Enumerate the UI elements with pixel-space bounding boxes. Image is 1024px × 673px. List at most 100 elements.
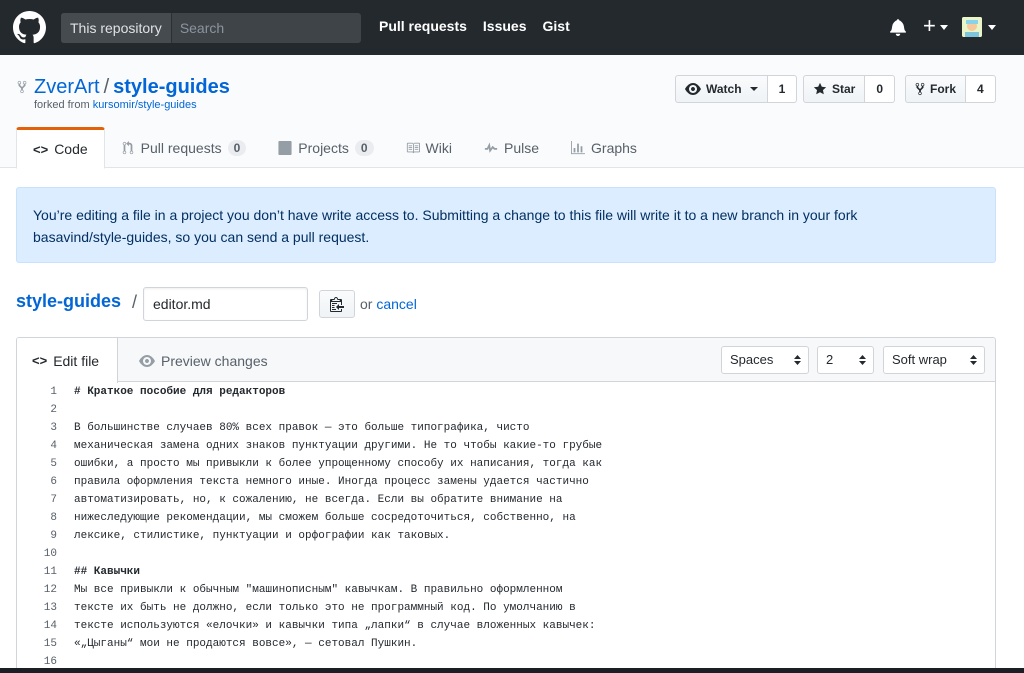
line-text: ## Кавычки bbox=[74, 566, 141, 578]
code-line[interactable]: 4 механическая замена одних знаков пункту… bbox=[17, 437, 995, 455]
code-line[interactable]: 3 В большинстве случаев 80% всех правок —… bbox=[17, 419, 995, 437]
header-nav: Pull requests Issues Gist bbox=[379, 18, 570, 34]
code-icon: <> bbox=[33, 141, 49, 157]
tab-label: Wiki bbox=[425, 139, 452, 156]
tab-wiki[interactable]: Wiki bbox=[390, 127, 468, 168]
book-icon bbox=[406, 142, 420, 153]
search-input[interactable]: Search bbox=[172, 13, 361, 43]
line-number: 15 bbox=[43, 638, 57, 650]
tab-label: Graphs bbox=[591, 139, 637, 156]
pull-requests-counter: 0 bbox=[227, 139, 247, 156]
chevron-down-icon bbox=[749, 87, 758, 91]
search-scope-label[interactable]: This repository bbox=[61, 13, 172, 43]
line-number: 2 bbox=[50, 404, 57, 416]
tab-label: Pulse bbox=[503, 139, 540, 156]
fork-notice-flash: You’re editing a file in a project you d… bbox=[16, 187, 996, 263]
indent-size-select[interactable]: 2 bbox=[817, 346, 874, 374]
nav-issues[interactable]: Issues bbox=[483, 18, 527, 34]
clipboard-copy-button[interactable] bbox=[319, 290, 355, 318]
code-line[interactable]: 15 «„Цыганы“ мои не продаются вовсе», — с… bbox=[17, 635, 995, 653]
code-line[interactable]: 12 Мы все привыкли к обычным "машинописны… bbox=[17, 581, 995, 599]
fork-label: Fork bbox=[930, 82, 957, 96]
pull-request-icon bbox=[122, 140, 133, 154]
nav-pull-requests[interactable]: Pull requests bbox=[379, 18, 467, 34]
code-icon: <> bbox=[32, 353, 48, 368]
wrap-mode-select[interactable]: Soft wrap bbox=[883, 346, 985, 374]
window-bottom-edge bbox=[0, 668, 1024, 673]
create-new-plus-icon[interactable]: + bbox=[923, 14, 936, 38]
filename-input[interactable]: editor.md bbox=[143, 287, 308, 321]
repo-tabs: <> Code Pull requests 0 Projects 0 Wiki … bbox=[16, 127, 653, 169]
repo-name-link[interactable]: style-guides bbox=[113, 76, 230, 98]
fork-button[interactable]: Fork bbox=[905, 75, 967, 103]
line-text: ошибки, а просто мы привыкли к более упр… bbox=[74, 458, 603, 470]
editor-toolbar: <> Edit file Preview changes Spaces 2 So… bbox=[17, 338, 995, 383]
line-text: тексте их быть не должно, если только эт… bbox=[74, 602, 576, 614]
tab-pull-requests[interactable]: Pull requests 0 bbox=[105, 127, 263, 168]
line-number: 9 bbox=[50, 530, 57, 542]
repo-owner-link[interactable]: ZverArt bbox=[34, 76, 100, 98]
tab-graphs[interactable]: Graphs bbox=[555, 127, 653, 168]
cancel-link[interactable]: cancel bbox=[376, 296, 416, 312]
line-number: 12 bbox=[43, 584, 57, 596]
line-text: В большинстве случаев 80% всех правок — … bbox=[74, 422, 530, 434]
eye-icon bbox=[685, 83, 701, 95]
title-separator: / bbox=[103, 76, 110, 98]
tab-edit-file[interactable]: <> Edit file bbox=[17, 338, 118, 383]
line-text: «„Цыганы“ мои не продаются вовсе», — сет… bbox=[74, 638, 418, 650]
code-line[interactable]: 6 правила оформления текста немного иные.… bbox=[17, 473, 995, 491]
fork-count[interactable]: 4 bbox=[966, 75, 996, 103]
project-icon bbox=[278, 140, 292, 155]
code-line[interactable]: 10 bbox=[17, 545, 995, 563]
code-line[interactable]: 11 ## Кавычки bbox=[17, 563, 995, 581]
star-button[interactable]: Star bbox=[803, 75, 866, 103]
line-text: лексике, стилистике, пунктуации и орфогр… bbox=[74, 530, 451, 542]
repo-title: ZverArt / style-guides bbox=[34, 76, 230, 99]
tab-pulse[interactable]: Pulse bbox=[468, 127, 555, 168]
breadcrumb-repo-link[interactable]: style-guides bbox=[16, 291, 121, 312]
tab-projects[interactable]: Projects 0 bbox=[262, 127, 389, 168]
line-number: 8 bbox=[50, 512, 57, 524]
nav-gist[interactable]: Gist bbox=[543, 18, 570, 34]
indent-size-value: 2 bbox=[826, 352, 834, 367]
line-text: Мы все привыкли к обычным "машинописным"… bbox=[74, 584, 563, 596]
code-line[interactable]: 5 ошибки, а просто мы привыкли к более уп… bbox=[17, 455, 995, 473]
star-label: Star bbox=[832, 82, 856, 96]
code-line[interactable]: 14 тексте используются «елочки» и кавычки… bbox=[17, 617, 995, 635]
watch-count[interactable]: 1 bbox=[767, 75, 798, 103]
code-line[interactable]: 13 тексте их быть не должно, если только … bbox=[17, 599, 995, 617]
line-number: 14 bbox=[43, 620, 57, 632]
wrap-mode-value: Soft wrap bbox=[892, 352, 947, 367]
code-line[interactable]: 9 лексике, стилистике, пунктуации и орфог… bbox=[17, 527, 995, 545]
edit-file-label: Edit file bbox=[53, 352, 100, 369]
line-text: # Краткое пособие для редакторов bbox=[74, 386, 286, 398]
select-arrows-icon bbox=[859, 355, 866, 365]
code-editor-area[interactable]: 1 # Краткое пособие для редакторов 2 3 В бол… bbox=[17, 383, 995, 671]
line-text: правила оформления текста немного иные. … bbox=[74, 476, 589, 488]
indent-mode-select[interactable]: Spaces bbox=[721, 346, 809, 374]
avatar[interactable] bbox=[962, 17, 982, 37]
watch-button[interactable]: Watch bbox=[675, 75, 768, 103]
chevron-down-icon bbox=[988, 25, 996, 30]
star-count[interactable]: 0 bbox=[865, 75, 896, 103]
select-arrows-icon bbox=[794, 355, 801, 365]
preview-changes-label: Preview changes bbox=[161, 352, 268, 369]
top-navigation-bar: This repository Search Pull requests Iss… bbox=[0, 0, 1024, 55]
forked-from-link[interactable]: kursomir/style-guides bbox=[93, 99, 197, 111]
search-group: This repository Search bbox=[61, 13, 361, 43]
github-logo-icon[interactable] bbox=[13, 11, 46, 44]
tab-code[interactable]: <> Code bbox=[16, 127, 105, 169]
tab-preview-changes[interactable]: Preview changes bbox=[139, 338, 268, 383]
line-number: 6 bbox=[50, 476, 57, 488]
line-text: тексте используются «елочки» и кавычки т… bbox=[74, 620, 596, 632]
code-line[interactable]: 2 bbox=[17, 401, 995, 419]
code-line[interactable]: 7 автоматизировать, но, к сожалению, не в… bbox=[17, 491, 995, 509]
code-line[interactable]: 1 # Краткое пособие для редакторов bbox=[17, 383, 995, 401]
or-text: or bbox=[360, 296, 373, 312]
repo-forked-icon bbox=[17, 80, 27, 94]
tab-label: Code bbox=[54, 141, 88, 157]
line-number: 1 bbox=[50, 386, 57, 398]
notifications-bell-icon[interactable] bbox=[890, 18, 906, 36]
tab-label: Pull requests bbox=[140, 139, 222, 156]
code-line[interactable]: 8 нижеследующие рекомендации, мы сможем б… bbox=[17, 509, 995, 527]
